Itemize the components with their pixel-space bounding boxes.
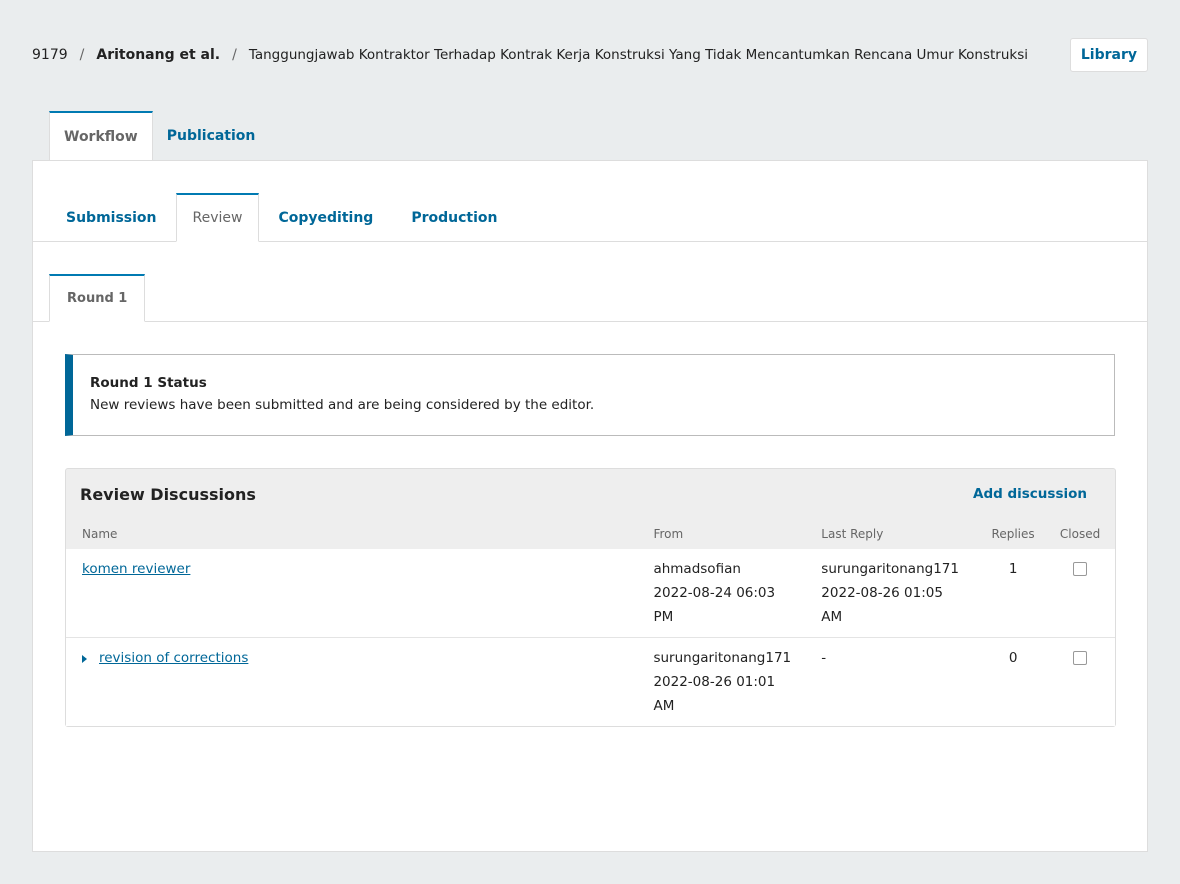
from-time: AM	[653, 698, 675, 714]
breadcrumb-separator: /	[79, 47, 85, 63]
library-button[interactable]: Library	[1069, 38, 1148, 72]
column-last-reply: Last Reply	[821, 527, 884, 541]
expand-caret-icon[interactable]	[82, 655, 87, 663]
from-cell: surungaritonang171 2022-08-26 01:01 AM	[653, 646, 821, 718]
tab-copyediting[interactable]: Copyediting	[259, 194, 392, 242]
column-headers: Name From Last Reply Replies Closed	[66, 519, 1115, 549]
closed-checkbox[interactable]	[1073, 562, 1088, 576]
tab-workflow[interactable]: Workflow	[49, 111, 153, 161]
from-cell: ahmadsofian 2022-08-24 06:03 PM	[653, 557, 821, 629]
last-reply-time: AM	[821, 609, 843, 625]
review-discussions-grid: Review Discussions Add discussion Name F…	[65, 468, 1116, 727]
tab-publication[interactable]: Publication	[153, 111, 270, 161]
discussions-title: Review Discussions	[80, 484, 256, 504]
round-status-box: Round 1 Status New reviews have been sub…	[65, 354, 1115, 436]
page: 9179 / Aritonang et al. / Tanggungjawab …	[0, 0, 1180, 884]
tab-round-1[interactable]: Round 1	[49, 274, 146, 322]
submission-authors: Aritonang et al.	[96, 47, 221, 63]
breadcrumb-separator: /	[232, 47, 237, 63]
from-date: 2022-08-26 01:01	[653, 674, 776, 690]
status-title: Round 1 Status	[90, 375, 207, 391]
add-discussion-button[interactable]: Add discussion	[973, 486, 1087, 502]
discussion-name-cell: revision of corrections	[66, 646, 653, 718]
column-from: From	[653, 527, 684, 541]
replies-count: 0	[1008, 650, 1018, 666]
last-reply-date: 2022-08-26 01:05	[821, 585, 943, 601]
submission-title: Tanggungjawab Kontraktor Terhadap Kontra…	[248, 47, 1029, 63]
closed-checkbox[interactable]	[1073, 651, 1088, 665]
stage-tabs: Submission Review Copyediting Production	[33, 161, 1147, 242]
table-row: revision of corrections surungaritonang1…	[66, 638, 1115, 726]
replies-count: 1	[1008, 561, 1018, 577]
closed-cell	[1045, 557, 1115, 629]
from-user: surungaritonang171	[653, 650, 792, 666]
discussion-rows: komen reviewer ahmadsofian 2022-08-24 06…	[66, 549, 1115, 726]
submission-id: 9179	[32, 47, 68, 63]
table-row: komen reviewer ahmadsofian 2022-08-24 06…	[66, 549, 1115, 638]
last-reply-user: -	[821, 650, 827, 666]
tab-production[interactable]: Production	[392, 194, 516, 242]
last-reply-cell: surungaritonang171 2022-08-26 01:05 AM	[821, 557, 981, 629]
top-tabs: Workflow Publication	[49, 111, 269, 161]
breadcrumb: 9179 / Aritonang et al. / Tanggungjawab …	[32, 47, 1028, 63]
header: 9179 / Aritonang et al. / Tanggungjawab …	[32, 38, 1148, 72]
workflow-panel: Submission Review Copyediting Production…	[32, 160, 1148, 852]
discussion-link[interactable]: revision of corrections	[99, 646, 248, 670]
tab-review[interactable]: Review	[175, 193, 260, 242]
status-text: New reviews have been submitted and are …	[90, 397, 595, 413]
closed-cell	[1045, 646, 1115, 718]
discussions-header: Review Discussions Add discussion	[66, 469, 1115, 519]
last-reply-user: surungaritonang171	[821, 561, 959, 577]
from-time: PM	[653, 609, 674, 625]
column-name: Name	[82, 527, 118, 541]
discussion-link[interactable]: komen reviewer	[82, 557, 190, 581]
column-replies: Replies	[991, 527, 1035, 541]
from-user: ahmadsofian	[653, 561, 741, 577]
last-reply-cell: -	[821, 646, 981, 718]
tab-submission[interactable]: Submission	[47, 194, 176, 242]
from-date: 2022-08-24 06:03	[653, 585, 776, 601]
column-closed: Closed	[1059, 527, 1101, 541]
round-tabs: Round 1	[33, 242, 1147, 322]
discussion-name-cell: komen reviewer	[66, 557, 653, 629]
